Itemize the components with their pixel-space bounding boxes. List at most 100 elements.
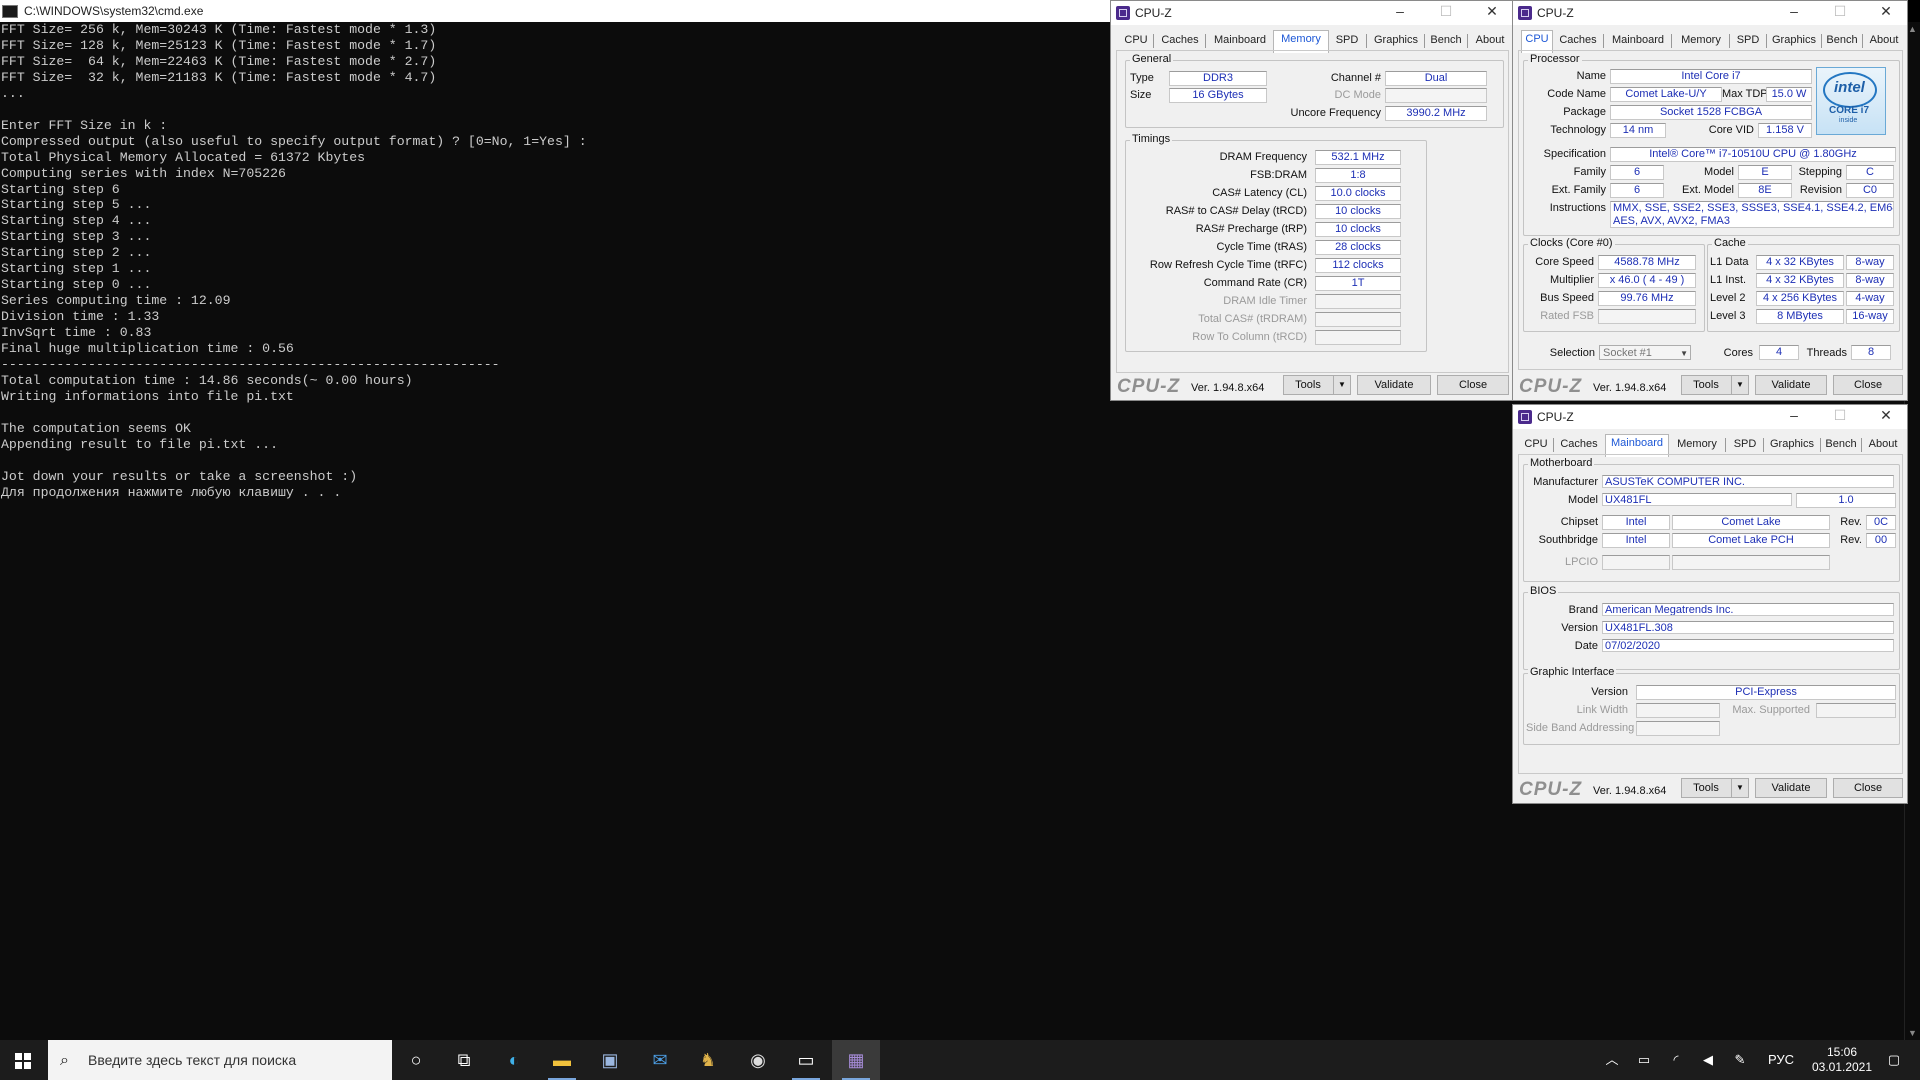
console-line: FFT Size= 64 k, Mem=22463 K (Time: Faste… — [1, 53, 437, 69]
instructions-value: MMX, SSE, SSE2, SSE3, SSSE3, SSE4.1, SSE… — [1610, 201, 1894, 228]
tab-memory[interactable]: Memory — [1675, 32, 1727, 51]
volume-icon[interactable]: ◀ — [1696, 1040, 1720, 1080]
close-button[interactable]: Close — [1833, 375, 1903, 395]
sideband-value — [1636, 721, 1720, 736]
tools-button[interactable]: Tools ▼ — [1681, 375, 1749, 395]
tools-button[interactable]: Tools ▼ — [1283, 375, 1351, 395]
cpuz-brand: CPU-Z — [1519, 779, 1583, 800]
tab-graphics[interactable]: Graphics — [1766, 436, 1818, 455]
window-title: CPU-Z — [1537, 6, 1574, 20]
name-label: Name — [1576, 70, 1606, 82]
tab-memory[interactable]: Memory — [1671, 436, 1723, 455]
cortana-icon[interactable]: ○ — [392, 1040, 440, 1080]
clock[interactable]: 15:06 03.01.2021 — [1806, 1040, 1878, 1080]
tab-about[interactable]: About — [1864, 436, 1902, 455]
tab-cpu[interactable]: CPU — [1521, 436, 1551, 455]
console-titlebar[interactable]: C:\WINDOWS\system32\cmd.exe — [0, 0, 1110, 22]
edge-browser-icon[interactable]: ◐ — [490, 1040, 538, 1080]
tab-mainboard[interactable]: Mainboard — [1209, 32, 1271, 51]
codename-value: Comet Lake-U/Y — [1610, 87, 1722, 102]
app-icon[interactable]: ◉ — [734, 1040, 782, 1080]
group-label: Timings — [1130, 133, 1173, 145]
window-titlebar[interactable]: CPU-Z – ☐ ✕ — [1513, 405, 1907, 429]
extmodel-label: Ext. Model — [1682, 184, 1734, 196]
close-button[interactable]: Close — [1437, 375, 1509, 395]
taskbar-search-box[interactable]: ⌕ Введите здесь текст для поиска — [48, 1040, 392, 1080]
general-group: General Type DDR3 Size 16 GBytes Channel… — [1125, 53, 1504, 128]
game-app-icon[interactable]: ♞ — [684, 1040, 732, 1080]
rated-fsb-label: Rated FSB — [1540, 310, 1594, 322]
validate-button[interactable]: Validate — [1755, 778, 1827, 798]
tab-mainboard[interactable]: Mainboard — [1607, 32, 1669, 51]
scroll-down-icon[interactable]: ▼ — [1908, 1028, 1917, 1038]
minimize-icon[interactable]: – — [1385, 3, 1415, 19]
chevron-down-icon[interactable]: ▼ — [1333, 376, 1350, 394]
timing-value: 532.1 MHz — [1315, 150, 1401, 165]
tab-about[interactable]: About — [1865, 32, 1903, 51]
socket-select[interactable]: Socket #1 ▼ — [1599, 345, 1691, 360]
validate-button[interactable]: Validate — [1755, 375, 1827, 395]
cmd-taskbar-icon[interactable]: ▭ — [782, 1040, 830, 1080]
tab-caches[interactable]: Caches — [1557, 436, 1601, 455]
cpuz-taskbar-icon[interactable]: ▦ — [832, 1040, 880, 1080]
tab-spd[interactable]: SPD — [1732, 32, 1764, 51]
tab-bench[interactable]: Bench — [1824, 32, 1860, 51]
show-hidden-icons-chevron-icon[interactable]: ︿ — [1600, 1040, 1624, 1080]
language-indicator[interactable]: РУС — [1762, 1040, 1800, 1080]
scroll-up-icon[interactable]: ▲ — [1908, 24, 1917, 34]
link-width-label: Link Width — [1576, 704, 1628, 716]
tab-bench[interactable]: Bench — [1823, 436, 1859, 455]
minimize-icon[interactable]: – — [1779, 407, 1809, 423]
package-value: Socket 1528 FCBGA — [1610, 105, 1812, 120]
clock-date: 03.01.2021 — [1811, 1060, 1873, 1074]
channel-label: Channel # — [1330, 72, 1381, 84]
timing-value: 112 clocks — [1315, 258, 1401, 273]
wifi-icon[interactable]: ◜ — [1664, 1040, 1688, 1080]
close-button[interactable]: Close — [1833, 778, 1903, 798]
window-titlebar[interactable]: CPU-Z – ☐ ✕ — [1111, 1, 1513, 25]
southbridge-value: Comet Lake PCH — [1672, 533, 1830, 548]
tools-button[interactable]: Tools ▼ — [1681, 778, 1749, 798]
notifications-icon[interactable]: ▢ — [1880, 1040, 1908, 1080]
tab-spd[interactable]: SPD — [1331, 32, 1363, 51]
tab-caches[interactable]: Caches — [1157, 32, 1203, 51]
console-line: ... — [1, 85, 25, 101]
timings-group: Timings DRAM Frequency 532.1 MHz FSB:DRAM 1… — [1125, 133, 1427, 352]
socket-select-value: Socket #1 — [1603, 347, 1652, 359]
tab-caches[interactable]: Caches — [1555, 32, 1601, 51]
mail-icon[interactable]: ✉ — [636, 1040, 684, 1080]
multiplier-value: x 46.0 ( 4 - 49 ) — [1598, 273, 1696, 288]
chevron-down-icon[interactable]: ▼ — [1731, 779, 1748, 797]
l3-label: Level 3 — [1710, 310, 1746, 322]
close-icon[interactable]: ✕ — [1871, 3, 1901, 20]
battery-icon[interactable]: ▭ — [1632, 1040, 1656, 1080]
tab-about[interactable]: About — [1470, 32, 1510, 51]
tools-label: Tools — [1693, 782, 1719, 794]
maximize-icon: ☐ — [1439, 3, 1453, 19]
chevron-down-icon[interactable]: ▼ — [1731, 376, 1748, 394]
pen-icon[interactable]: ✎ — [1728, 1040, 1752, 1080]
tab-spd[interactable]: SPD — [1729, 436, 1761, 455]
search-icon: ⌕ — [60, 1052, 69, 1069]
start-button[interactable] — [0, 1040, 46, 1080]
task-view-icon[interactable]: ⧉ — [440, 1040, 488, 1080]
console-line: Starting step 4 ... — [1, 213, 152, 229]
validate-button[interactable]: Validate — [1357, 375, 1431, 395]
chevron-down-icon[interactable]: ▼ — [1680, 346, 1688, 361]
group-label: Processor — [1528, 53, 1582, 65]
file-explorer-icon[interactable]: ▬ — [538, 1040, 586, 1080]
tab-graphics[interactable]: Graphics — [1370, 32, 1422, 51]
chipset-value: Comet Lake — [1672, 515, 1830, 530]
extmodel-value: 8E — [1738, 183, 1792, 198]
store-icon[interactable]: ▣ — [586, 1040, 634, 1080]
cpuz-icon — [1518, 6, 1532, 20]
minimize-icon[interactable]: – — [1779, 3, 1809, 19]
type-label: Type — [1130, 72, 1154, 84]
window-titlebar[interactable]: CPU-Z – ☐ ✕ — [1513, 1, 1907, 25]
tab-cpu[interactable]: CPU — [1121, 32, 1151, 51]
tab-bench[interactable]: Bench — [1427, 32, 1465, 51]
close-icon[interactable]: ✕ — [1871, 407, 1901, 424]
tab-graphics[interactable]: Graphics — [1769, 32, 1819, 51]
close-icon[interactable]: ✕ — [1477, 3, 1507, 20]
cmd-icon — [2, 5, 18, 18]
